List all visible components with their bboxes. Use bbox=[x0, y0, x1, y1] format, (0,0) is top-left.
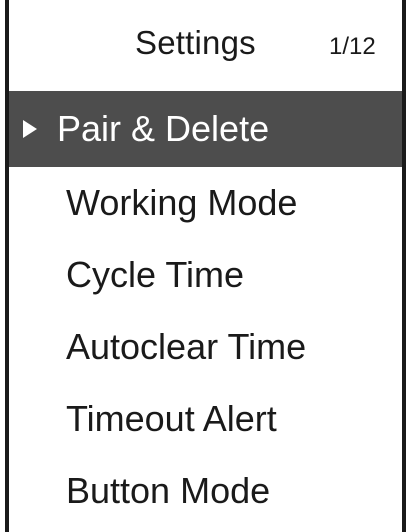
menu-item-cycle-time[interactable]: Cycle Time bbox=[9, 239, 402, 311]
page-indicator: 1/12 bbox=[329, 33, 376, 60]
menu-item-pair-delete[interactable]: Pair & Delete bbox=[9, 91, 402, 167]
menu-item-label: Pair & Delete bbox=[57, 108, 270, 149]
menu-item-timeout-alert[interactable]: Timeout Alert bbox=[9, 383, 402, 455]
settings-menu: Pair & Delete Working Mode Cycle Time Au… bbox=[9, 91, 402, 527]
menu-item-working-mode[interactable]: Working Mode bbox=[9, 167, 402, 239]
menu-item-label: Working Mode bbox=[66, 182, 298, 223]
triangle-right-icon bbox=[23, 120, 37, 138]
page-title: Settings bbox=[135, 24, 256, 61]
menu-item-autoclear-time[interactable]: Autoclear Time bbox=[9, 311, 402, 383]
menu-item-label: Timeout Alert bbox=[66, 398, 277, 439]
menu-item-label: Cycle Time bbox=[66, 254, 245, 295]
menu-item-button-mode[interactable]: Button Mode bbox=[9, 455, 402, 527]
menu-item-label: Autoclear Time bbox=[66, 326, 307, 367]
header: Settings 1/12 bbox=[9, 20, 402, 72]
settings-screen: Settings 1/12 Pair & Delete Working Mode… bbox=[5, 0, 406, 532]
menu-item-label: Button Mode bbox=[66, 470, 271, 511]
